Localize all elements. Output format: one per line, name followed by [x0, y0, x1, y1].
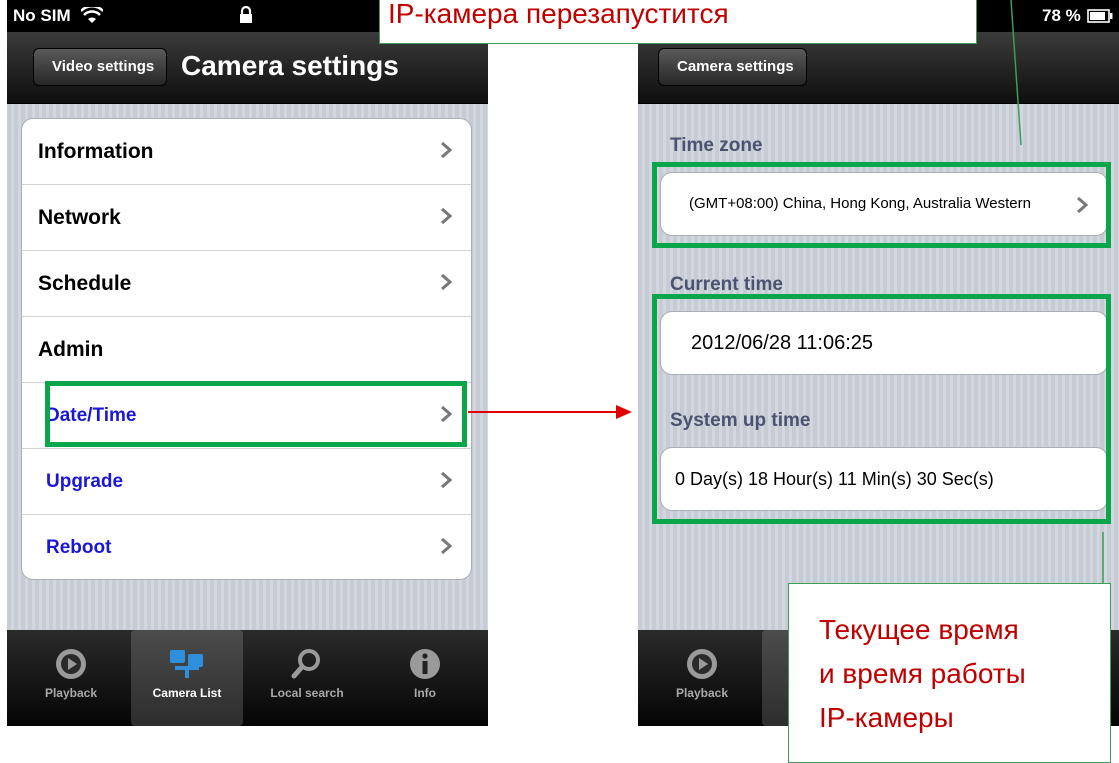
back-button-label: Video settings — [52, 58, 155, 75]
highlight-current-and-uptime — [652, 294, 1111, 524]
callout-reboot-text: IP-камера перезапустится — [388, 0, 729, 29]
tab-info[interactable]: Info — [375, 630, 475, 726]
wifi-icon — [81, 7, 103, 23]
menu-item-reboot[interactable]: Reboot — [22, 515, 471, 579]
battery-percent: 78 % — [1042, 6, 1081, 25]
settings-menu: Information Network Schedule Admin Date/… — [21, 118, 472, 580]
tab-bar: Playback Camera List Local search Info — [7, 630, 488, 726]
menu-item-label: Admin — [38, 337, 104, 361]
highlight-date-time — [45, 381, 467, 447]
chevron-right-icon — [441, 537, 453, 555]
chevron-right-icon — [441, 273, 453, 291]
current-time-header: Current time — [670, 274, 783, 295]
tab-camera-list[interactable]: Camera List — [131, 630, 243, 726]
tab-local-search[interactable]: Local search — [247, 630, 367, 726]
callout-time-info: Текущее время и время работы IP-камеры — [788, 583, 1111, 763]
chevron-right-icon — [441, 207, 453, 225]
battery-icon — [1087, 9, 1113, 23]
chevron-right-icon — [441, 471, 453, 489]
callout-reboot: IP-камера перезапустится — [379, 0, 977, 44]
callout-line: и время работы — [819, 658, 1026, 689]
search-icon — [291, 649, 320, 679]
menu-item-label: Information — [38, 139, 154, 163]
callout-line: IP-камеры — [819, 702, 954, 733]
tab-label: Local search — [270, 686, 344, 700]
camera-list-icon — [170, 650, 203, 678]
back-button-camera-settings[interactable]: Camera settings — [658, 48, 807, 86]
menu-item-label: Schedule — [38, 271, 132, 295]
menu-item-label: Network — [38, 205, 121, 229]
arrow-head — [616, 405, 632, 419]
menu-item-admin: Admin — [22, 317, 471, 383]
tab-label: Camera List — [152, 686, 222, 700]
page-title: Camera settings — [181, 50, 399, 81]
playback-icon — [56, 649, 86, 679]
menu-item-upgrade[interactable]: Upgrade — [22, 449, 471, 515]
lock-icon — [240, 6, 252, 23]
tab-playback[interactable]: Playback — [15, 630, 127, 726]
highlight-time-zone — [652, 162, 1111, 248]
menu-item-schedule[interactable]: Schedule — [22, 251, 471, 317]
back-button-video-settings[interactable]: Video settings — [33, 48, 168, 86]
tab-playback[interactable]: Playback — [646, 630, 758, 726]
menu-item-network[interactable]: Network — [22, 185, 471, 251]
carrier-label: No SIM — [13, 6, 71, 25]
tab-label: Playback — [675, 686, 729, 700]
callout-line: Текущее время — [819, 614, 1019, 645]
info-icon — [410, 649, 440, 679]
menu-item-label: Upgrade — [46, 470, 124, 492]
menu-item-information[interactable]: Information — [22, 119, 471, 185]
menu-item-label: Reboot — [46, 537, 112, 558]
chevron-right-icon — [441, 141, 453, 159]
back-button-label: Camera settings — [677, 58, 794, 75]
tab-label: Playback — [44, 686, 98, 700]
tab-label: Info — [414, 686, 436, 700]
time-zone-header: Time zone — [670, 135, 763, 156]
playback-icon — [687, 649, 717, 679]
camera-settings-screen: No SIM Video settings Camera settings In… — [7, 0, 488, 726]
